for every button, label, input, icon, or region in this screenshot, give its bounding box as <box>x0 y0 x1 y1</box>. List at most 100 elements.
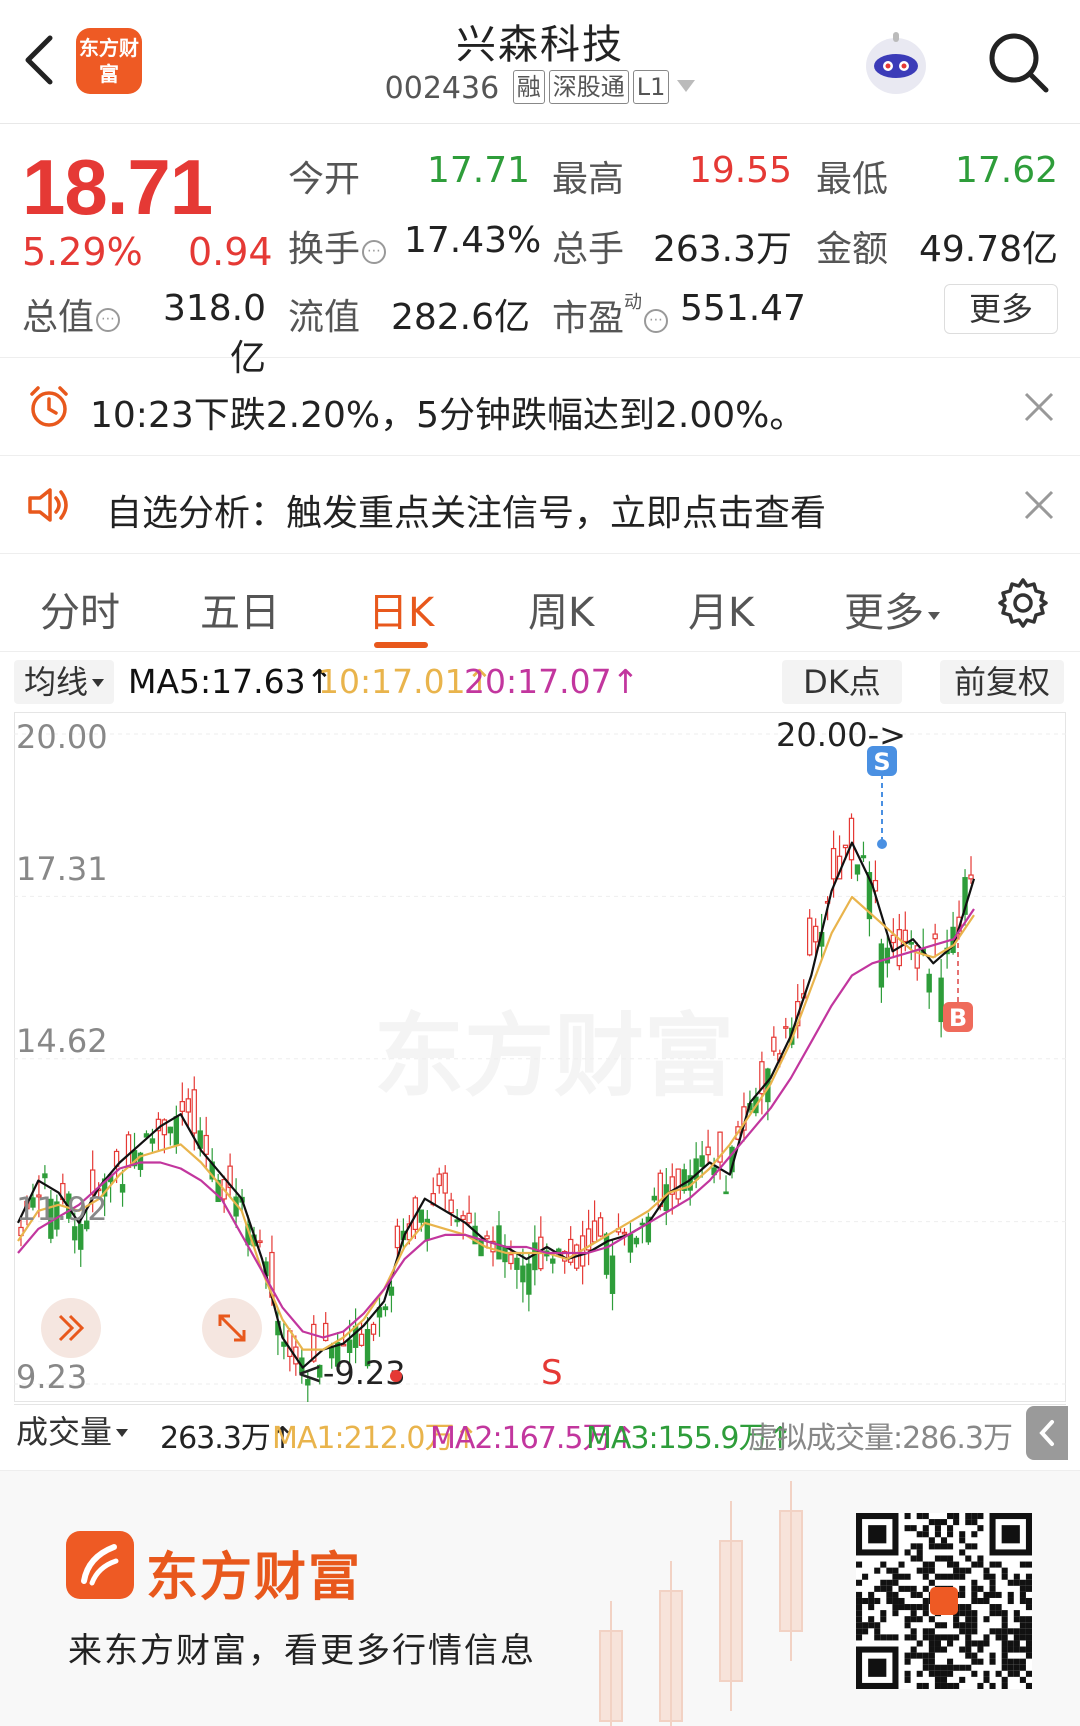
dk-point-button[interactable]: DK点 <box>782 660 902 704</box>
candle <box>119 1169 126 1207</box>
candle <box>639 1218 646 1244</box>
candle <box>860 841 867 863</box>
chevron-down-icon <box>92 679 105 687</box>
tag-level: L1 <box>632 70 670 104</box>
volume-select[interactable]: 成交量 <box>16 1410 129 1454</box>
candle <box>514 1251 520 1289</box>
kline-chart[interactable]: 东方财富 20.00 17.31 14.62 11.92 9.23 20.00-… <box>14 712 1066 1402</box>
robot-assistant-icon[interactable] <box>858 26 934 102</box>
candle <box>227 1153 233 1196</box>
change-amount: 0.94 <box>188 230 273 274</box>
low-label: 最低 <box>816 159 889 200</box>
candle <box>508 1240 514 1270</box>
y-tick-label: 20.00 <box>16 718 108 756</box>
candle <box>968 856 974 884</box>
candle <box>448 1192 454 1226</box>
tab-monthly-k[interactable]: 月K <box>688 580 754 638</box>
tag-connect: 深股通 <box>548 70 629 104</box>
expand-icon[interactable] <box>202 1298 262 1358</box>
y-tick-label: 9.23 <box>16 1358 87 1396</box>
search-icon[interactable] <box>984 28 1054 98</box>
candle <box>591 1200 598 1243</box>
candle <box>938 958 944 1038</box>
mktcap-label: 总值 ⋯ <box>22 288 121 340</box>
tab-intraday[interactable]: 分时 <box>40 580 120 638</box>
open-value: 17.71 <box>426 150 530 191</box>
candle <box>466 1195 472 1225</box>
candle <box>890 918 897 959</box>
candle <box>155 1112 162 1151</box>
candle <box>866 861 873 937</box>
tab-five-day[interactable]: 五日 <box>200 580 280 638</box>
adjust-button[interactable]: 前复权 <box>940 660 1064 704</box>
qr-code[interactable] <box>856 1513 1032 1689</box>
candle <box>914 942 920 981</box>
candle <box>878 938 885 1003</box>
more-button[interactable]: 更多 <box>944 284 1058 334</box>
sell-marker-label: S <box>541 1353 563 1393</box>
info-icon[interactable]: ⋯ <box>644 309 669 333</box>
double-chevron-icon[interactable] <box>41 1298 101 1358</box>
y-tick-label: 11.92 <box>16 1190 108 1228</box>
candle <box>185 1088 191 1127</box>
close-icon[interactable] <box>1020 388 1058 426</box>
candle <box>705 1129 711 1164</box>
collapse-panel-button[interactable] <box>1026 1406 1068 1460</box>
y-tick-label: 14.62 <box>16 1022 108 1060</box>
high-label: 最高 <box>552 159 625 200</box>
change-percent: 5.29% <box>22 230 143 274</box>
candle <box>854 864 861 882</box>
candle <box>538 1216 544 1272</box>
candle <box>125 1131 132 1169</box>
price-alert[interactable]: 10:23下跌2.20%，5分钟跌幅达到2.00%。 <box>0 358 1080 456</box>
candle <box>442 1165 448 1210</box>
tab-weekly-k[interactable]: 周K <box>528 580 594 638</box>
virtual-volume-readout: 虚拟成交量:286.3万 <box>748 1421 1013 1456</box>
buy-signal-text: B <box>949 1004 967 1032</box>
chevron-down-icon <box>116 1429 129 1437</box>
candle <box>424 1210 430 1252</box>
alarm-clock-icon <box>30 386 68 427</box>
info-icon[interactable]: ⋯ <box>362 240 387 264</box>
candle <box>651 1187 658 1203</box>
candle <box>627 1222 634 1263</box>
volume-value: 263.3万 <box>652 229 792 270</box>
chevron-down-icon <box>928 612 940 620</box>
chart-watermark: 东方财富 <box>374 1007 734 1107</box>
high-value: 19.55 <box>688 150 792 191</box>
ma20-readout: 20:17.07↑ <box>464 662 640 701</box>
candle <box>771 1026 777 1056</box>
candle <box>615 1213 622 1236</box>
gear-icon[interactable] <box>996 576 1050 630</box>
candle <box>926 968 932 1009</box>
candle <box>723 1175 729 1195</box>
low-value: 17.62 <box>954 150 1058 191</box>
period-tabs: 分时 五日 日K 周K 月K 更多 <box>0 556 1080 652</box>
candle <box>806 909 813 957</box>
indicator-select[interactable]: 均线 <box>14 660 115 704</box>
info-icon[interactable]: ⋯ <box>96 308 121 332</box>
top-header: 东方财富 兴森科技 002436 融深股通 L1 <box>0 0 1080 124</box>
pe-label: 市盈动⋯ <box>552 288 669 341</box>
sell-signal-text: S <box>873 748 890 776</box>
analysis-alert[interactable]: 自选分析：触发重点关注信号，立即点击查看 <box>0 456 1080 554</box>
brand-name: 东方财富 <box>146 1548 363 1608</box>
candle <box>436 1167 442 1194</box>
ma5-readout: MA5:17.63↑ <box>128 662 334 701</box>
float-value: 282.6亿 <box>390 297 530 338</box>
analysis-alert-text: 自选分析：触发重点关注信号，立即点击查看 <box>106 493 827 534</box>
ma10-line <box>17 895 975 1351</box>
candle <box>609 1239 616 1311</box>
tab-daily-k[interactable]: 日K <box>368 580 434 638</box>
candle <box>382 1303 389 1317</box>
tab-more[interactable]: 更多 <box>844 580 940 638</box>
candle <box>167 1126 174 1146</box>
banner-slogan: 来东方财富，看更多行情信息 <box>68 1631 536 1671</box>
candle <box>645 1212 652 1245</box>
promo-banner[interactable]: 东方财富 来东方财富，看更多行情信息 <box>0 1470 1080 1726</box>
dropdown-icon[interactable] <box>677 80 696 92</box>
candle <box>896 913 903 971</box>
close-icon[interactable] <box>1020 486 1058 524</box>
candle <box>376 1296 383 1337</box>
candle <box>908 930 914 961</box>
